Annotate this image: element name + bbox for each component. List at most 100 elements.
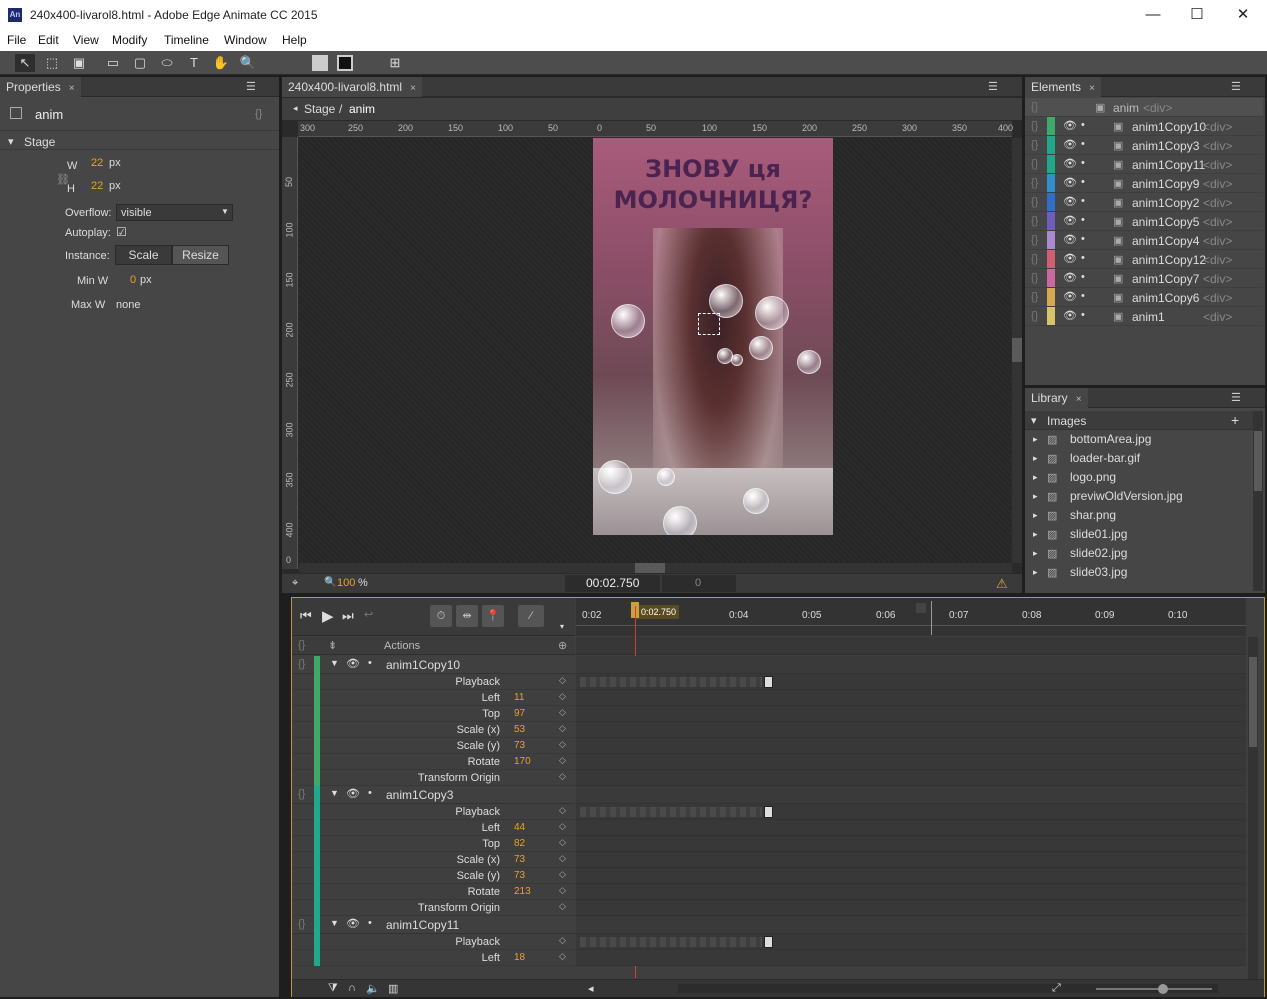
visibility-eye-icon[interactable]: 👁 [1063,138,1077,151]
element-row[interactable]: {} 👁 • ▣ anim1Copy12 <div> [1025,250,1263,269]
property-track[interactable] [576,900,1246,916]
element-row[interactable]: {} 👁 • ▣ anim1Copy10 <div> [1025,117,1263,136]
selection-box[interactable] [698,313,720,335]
element-row[interactable]: {} 👁 • ▣ anim1Copy5 <div> [1025,212,1263,231]
property-track[interactable] [576,836,1246,852]
overflow-select[interactable]: visible ▼ [116,204,233,221]
keyframe-diamond-icon[interactable]: ◇ [559,691,566,702]
maximize-icon[interactable]: ☐ [1182,4,1212,26]
collapse-arrow-icon[interactable]: ▼ [330,788,339,798]
property-row[interactable]: Rotate 213 ◇ [292,884,575,900]
timeline-element-row[interactable]: {} ▼ 👁 • anim1Copy10 [292,656,575,674]
rectangle-tool-icon[interactable]: ▭ [103,54,123,72]
code-braces-icon[interactable]: {} [1031,234,1038,246]
property-track[interactable] [576,820,1246,836]
lock-dot-icon[interactable]: • [1081,119,1085,131]
lock-dot-icon[interactable]: • [1081,214,1085,226]
grid-toggle-icon[interactable]: ⊞ [385,54,405,72]
lock-dot-icon[interactable]: • [368,917,372,929]
visibility-eye-icon[interactable]: 👁 [1063,233,1077,246]
lock-dot-icon[interactable]: • [1081,309,1085,321]
property-track[interactable] [576,738,1246,754]
code-braces-icon[interactable]: {} [1031,196,1038,208]
code-braces-icon[interactable]: {} [1031,120,1038,132]
collapse-arrow-icon[interactable]: ▼ [330,658,339,668]
code-braces-icon[interactable]: {} [298,658,305,670]
back-arrow-icon[interactable]: ◂ [293,103,298,114]
element-row[interactable]: {} 👁 • ▣ anim1Copy2 <div> [1025,193,1263,212]
keyframe-diamond-icon[interactable]: ◇ [559,901,566,912]
images-section[interactable]: ▾ Images + [1025,411,1253,430]
library-item[interactable]: previwOldVersion.jpg [1070,489,1183,503]
fill-color-swatch[interactable] [312,55,328,71]
keyframe-diamond-icon[interactable]: ◇ [559,837,566,848]
property-row[interactable]: Left 11 ◇ [292,690,575,706]
library-scrollbar[interactable] [1253,411,1263,591]
expand-arrow-icon[interactable]: ▸ [1033,472,1038,483]
menu-edit[interactable]: Edit [38,33,59,47]
height-value[interactable]: 22 [91,180,103,192]
property-track[interactable] [576,754,1246,770]
go-to-start-icon[interactable]: ⏮ [300,608,312,624]
stage-section[interactable]: ▾ Stage [0,130,279,150]
zoom-value[interactable]: 100 [337,577,355,589]
lock-dot-icon[interactable]: • [1081,252,1085,264]
timeline-track[interactable] [576,916,1246,934]
keyframe-diamond-icon[interactable]: ◇ [559,675,566,686]
minw-unit[interactable]: px [140,274,152,286]
tab-elements[interactable]: Elements × [1025,77,1101,97]
code-braces-icon[interactable]: {} [1031,310,1038,322]
library-item[interactable]: slide03.jpg [1070,565,1127,579]
code-braces-icon[interactable]: {} [1031,253,1038,265]
playback-end-icon[interactable] [764,676,773,688]
property-track[interactable] [576,950,1246,966]
property-row[interactable]: Scale (x) 73 ◇ [292,852,575,868]
width-value[interactable]: 22 [91,157,103,169]
visibility-eye-icon[interactable]: 👁 [1063,157,1077,170]
playback-end-icon[interactable] [764,806,773,818]
text-tool-icon[interactable]: T [184,54,204,72]
actions-row[interactable]: {} ⇟ Actions ⊕ [292,637,575,655]
property-row[interactable]: Scale (x) 53 ◇ [292,722,575,738]
bubble[interactable] [611,304,645,338]
library-item[interactable]: bottomArea.jpg [1070,432,1151,446]
property-track[interactable] [576,674,1246,690]
element-row[interactable]: {} 👁 • ▣ anim1Copy7 <div> [1025,269,1263,288]
resize-button[interactable]: Resize [172,245,229,265]
property-row[interactable]: Transform Origin ◇ [292,770,575,786]
property-track[interactable] [576,868,1246,884]
bubble[interactable] [743,488,769,514]
visibility-eye-icon[interactable]: 👁 [346,787,360,800]
expand-arrow-icon[interactable]: ▸ [1033,567,1038,578]
panel-menu-icon[interactable]: ☰ [988,80,998,93]
time-ruler[interactable]: 0:02 0:04 0:05 0:06 0:07 0:08 0:09 0:10 … [576,598,1246,636]
property-track[interactable] [576,884,1246,900]
visibility-eye-icon[interactable]: 👁 [1063,119,1077,132]
border-color-swatch[interactable] [337,55,353,71]
element-row[interactable]: {} 👁 • ▣ anim1Copy9 <div> [1025,174,1263,193]
transform-tool-icon[interactable]: ⬚ [42,54,62,72]
code-braces-icon[interactable]: {} [1031,272,1038,284]
property-row[interactable]: Scale (y) 73 ◇ [292,868,575,884]
minimize-icon[interactable]: — [1138,4,1168,26]
panel-menu-icon[interactable]: ☰ [1231,80,1241,93]
panel-menu-icon[interactable]: ☰ [1231,391,1241,404]
width-unit[interactable]: px [109,157,121,169]
library-item[interactable]: logo.png [1070,470,1116,484]
library-item[interactable]: loader-bar.gif [1070,451,1140,465]
visibility-eye-icon[interactable]: 👁 [346,917,360,930]
timeline-track[interactable] [576,656,1246,674]
expand-arrow-icon[interactable]: ▸ [1033,453,1038,464]
selection-tool-icon[interactable]: ↖ [15,54,35,72]
timeline-vscrollbar[interactable] [1248,637,1258,979]
breadcrumb-stage[interactable]: Stage [304,102,335,116]
artboard[interactable]: ЗНОВУ ця МОЛОЧНИЦЯ? [593,138,833,535]
grid-icon[interactable]: ▥ [388,982,398,995]
keyframe-diamond-icon[interactable]: ◇ [559,853,566,864]
element-row[interactable]: {} 👁 • ▣ anim1Copy11 <div> [1025,155,1263,174]
expand-arrow-icon[interactable]: ▸ [1033,434,1038,445]
visibility-eye-icon[interactable]: 👁 [346,657,360,670]
property-row[interactable]: Playback ◇ [292,674,575,690]
hand-tool-icon[interactable]: ✋ [211,54,231,72]
collapse-arrow-icon[interactable]: ▼ [330,918,339,928]
